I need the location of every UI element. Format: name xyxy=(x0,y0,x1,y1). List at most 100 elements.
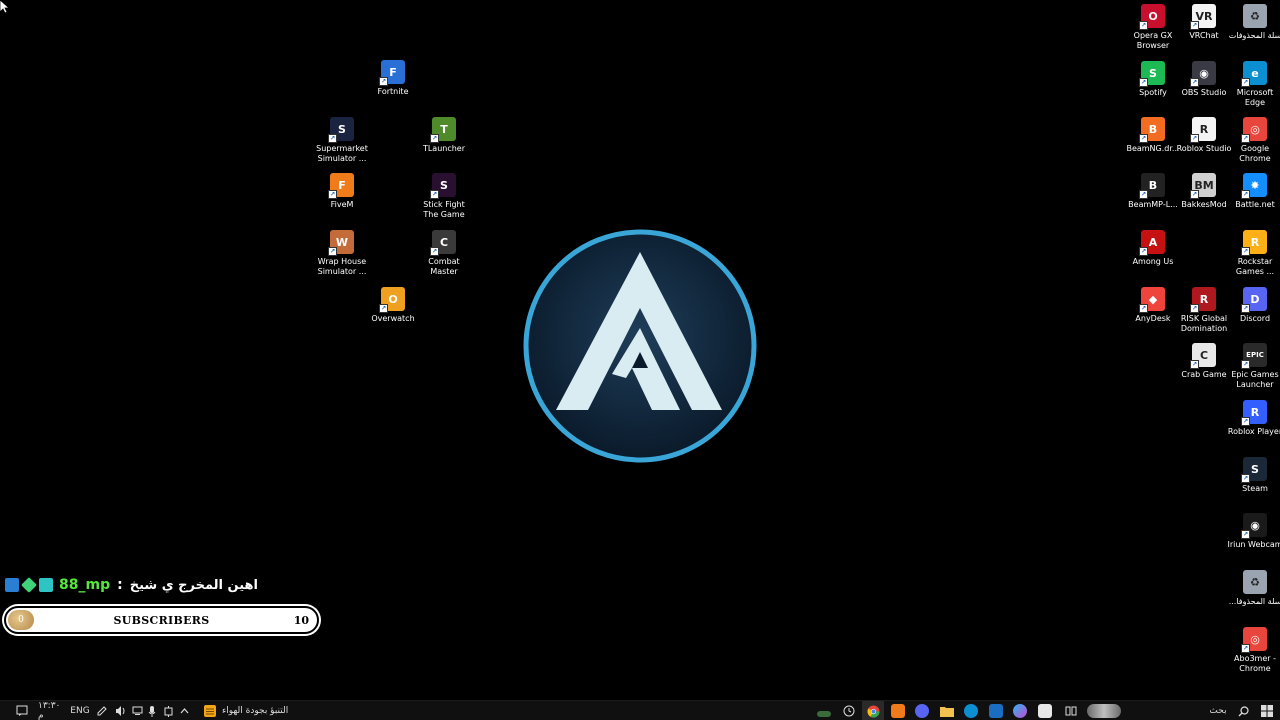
shortcut-arrow-icon: ↗ xyxy=(1139,304,1148,313)
chat-badge-icon xyxy=(21,577,37,593)
desktop-icon-robloxplayer[interactable]: R ↗ Roblox Player xyxy=(1227,400,1280,437)
file-explorer-icon[interactable] xyxy=(939,704,955,718)
shortcut-arrow-icon: ↗ xyxy=(1190,190,1199,199)
start-button-icon[interactable] xyxy=(1260,704,1274,718)
fivem-icon: F ↗ xyxy=(328,173,354,199)
widgets-icon[interactable] xyxy=(1086,704,1122,718)
desktop-icon-rockstar[interactable]: R ↗ Rockstar Games ... xyxy=(1227,230,1280,277)
shortcut-arrow-icon: ↗ xyxy=(1190,78,1199,87)
shortcut-arrow-icon: ↗ xyxy=(1241,247,1250,256)
desktop-icon-chrome[interactable]: ◎ ↗ Google Chrome xyxy=(1227,117,1280,164)
desktop-icon-label: Supermarket Simulator ... xyxy=(316,144,368,163)
desktop-icon-beamng[interactable]: B ↗ BeamNG.dr... xyxy=(1125,117,1181,154)
desktop: F ↗ Fortnite S ↗ Supermarket Simulator ... T ↗ T… xyxy=(0,0,1280,700)
shortcut-arrow-icon: ↗ xyxy=(1139,190,1148,199)
language-indicator[interactable]: ENG xyxy=(70,704,90,718)
edge-icon: e ↗ xyxy=(1241,61,1267,87)
wallpaper-logo xyxy=(523,229,757,463)
desktop-icon-spotify[interactable]: S ↗ Spotify xyxy=(1125,61,1181,98)
shortcut-arrow-icon: ↗ xyxy=(379,304,388,313)
desktop-icon-fivem[interactable]: F ↗ FiveM xyxy=(314,173,370,210)
chevron-up-icon[interactable] xyxy=(179,704,189,718)
outlook-taskbar-icon[interactable] xyxy=(988,704,1004,718)
shortcut-arrow-icon: ↗ xyxy=(1190,134,1199,143)
copilot-taskbar-icon[interactable] xyxy=(1012,704,1028,718)
desktop-icon-label: AnyDesk xyxy=(1135,314,1171,323)
desktop-icon-edge[interactable]: e ↗ Microsoft Edge xyxy=(1227,61,1280,108)
anydesk-icon: ◆ ↗ xyxy=(1139,287,1165,313)
taskbar: ١٣:٣٠ م ENG التنبؤ بجودة الهواء بحث xyxy=(0,700,1280,720)
desktop-icon-anydesk[interactable]: ◆ ↗ AnyDesk xyxy=(1125,287,1181,324)
desktop-icon-stickfight[interactable]: S ↗ Stick Fight The Game xyxy=(416,173,472,220)
store-taskbar-icon[interactable] xyxy=(1037,704,1053,718)
desktop-icon-label: RISK Global Domination xyxy=(1180,314,1228,333)
desktop-icon-operagx[interactable]: O ↗ Opera GX Browser xyxy=(1125,4,1181,51)
desktop-icon-fortnite[interactable]: F ↗ Fortnite xyxy=(365,60,421,97)
desktop-icon-label: Discord xyxy=(1239,314,1271,323)
spotify-icon: S ↗ xyxy=(1139,61,1165,87)
chat-badge-icon xyxy=(39,578,53,592)
chrome-taskbar-icon[interactable] xyxy=(865,704,881,718)
desktop-icon-steam[interactable]: S ↗ Steam xyxy=(1227,457,1280,494)
subscribers-goal-bar: 0 SUBSCRIBERS 10 xyxy=(4,606,319,634)
desktop-icon-robloxstudio[interactable]: R ↗ Roblox Studio xyxy=(1176,117,1232,154)
robloxplayer-icon: R ↗ xyxy=(1241,400,1267,426)
pen-icon[interactable] xyxy=(96,704,108,718)
desktop-icon-label: Spotify xyxy=(1139,88,1167,97)
shortcut-arrow-icon: ↗ xyxy=(1241,78,1250,87)
desktop-icon-battlenet[interactable]: ✸ ↗ Battle.net xyxy=(1227,173,1280,210)
device-icon[interactable] xyxy=(162,704,174,718)
desktop-icon-label: BeamNG.dr... xyxy=(1126,144,1180,153)
discord-icon: D ↗ xyxy=(1241,287,1267,313)
search-icon[interactable] xyxy=(1236,704,1250,718)
pinned-app-icon[interactable] xyxy=(816,704,832,718)
desktop-icon-supermarket[interactable]: S ↗ Supermarket Simulator ... xyxy=(314,117,370,164)
desktop-icon-label: Wrap House Simulator ... xyxy=(317,257,367,276)
desktop-icon-recyclebin[interactable]: ♻ سلة المحذوفات xyxy=(1227,4,1280,41)
desktop-icon-label: Crab Game xyxy=(1181,370,1227,379)
network-icon[interactable] xyxy=(131,704,143,718)
iriun-icon: ◉ ↗ xyxy=(1241,513,1267,539)
desktop-icon-vrchat[interactable]: VR ↗ VRChat xyxy=(1176,4,1232,41)
desktop-icon-discord[interactable]: D ↗ Discord xyxy=(1227,287,1280,324)
rockstar-icon: R ↗ xyxy=(1241,230,1267,256)
desktop-icon-label: Battle.net xyxy=(1235,200,1275,209)
shortcut-arrow-icon: ↗ xyxy=(1139,21,1148,30)
edge-taskbar-icon[interactable] xyxy=(963,704,979,718)
notification-icon[interactable] xyxy=(14,704,30,718)
desktop-icon-risk[interactable]: R ↗ RISK Global Domination xyxy=(1176,287,1232,334)
desktop-icon-recyclebin2[interactable]: ♻ سلة المحذوفا... xyxy=(1227,570,1280,607)
search-label[interactable]: بحث xyxy=(1206,704,1230,718)
chat-message-line: 88_mp : اهين المخرج ي شيخ xyxy=(5,575,258,595)
vrchat-icon: VR ↗ xyxy=(1190,4,1216,30)
microphone-icon[interactable] xyxy=(147,704,157,718)
desktop-icon-tlauncher[interactable]: T ↗ TLauncher xyxy=(416,117,472,154)
desktop-icon-label: Among Us xyxy=(1132,257,1174,266)
desktop-icon-beammp[interactable]: B ↗ BeamMP-L... xyxy=(1125,173,1181,210)
shortcut-arrow-icon: ↗ xyxy=(1241,190,1250,199)
desktop-icon-wraphouse[interactable]: W ↗ Wrap House Simulator ... xyxy=(314,230,370,277)
clock-app-icon[interactable] xyxy=(841,704,857,718)
shortcut-arrow-icon: ↗ xyxy=(1190,304,1199,313)
desktop-icon-abo3mer[interactable]: ◎ ↗ Abo3mer - Chrome xyxy=(1227,627,1280,674)
volume-icon[interactable] xyxy=(114,704,126,718)
weather-widget[interactable]: التنبؤ بجودة الهواء xyxy=(222,704,302,718)
desktop-icon-crabgame[interactable]: C ↗ Crab Game xyxy=(1176,343,1232,380)
desktop-icon-bakkesmod[interactable]: BM ↗ BakkesMod xyxy=(1176,173,1232,210)
desktop-icon-label: Fortnite xyxy=(377,87,409,96)
shortcut-arrow-icon: ↗ xyxy=(379,77,388,86)
desktop-icon-amongus[interactable]: A ↗ Among Us xyxy=(1125,230,1181,267)
weather-icon[interactable] xyxy=(202,704,218,718)
desktop-icon-obs[interactable]: ◉ ↗ OBS Studio xyxy=(1176,61,1232,98)
desktop-icon-combatmaster[interactable]: C ↗ Combat Master xyxy=(416,230,472,277)
discord-taskbar-icon[interactable] xyxy=(914,704,930,718)
desktop-icon-overwatch[interactable]: O ↗ Overwatch xyxy=(365,287,421,324)
desktop-icon-label: Iriun Webcam xyxy=(1227,540,1280,549)
fivem-taskbar-icon[interactable] xyxy=(890,704,906,718)
shortcut-arrow-icon: ↗ xyxy=(1241,474,1250,483)
shortcut-arrow-icon: ↗ xyxy=(1139,78,1148,87)
task-view-icon[interactable] xyxy=(1063,704,1079,718)
desktop-icon-iriun[interactable]: ◉ ↗ Iriun Webcam xyxy=(1227,513,1280,550)
clock[interactable]: ١٣:٣٠ م xyxy=(38,701,64,720)
desktop-icon-epic[interactable]: EPIC ↗ Epic Games Launcher xyxy=(1227,343,1280,390)
